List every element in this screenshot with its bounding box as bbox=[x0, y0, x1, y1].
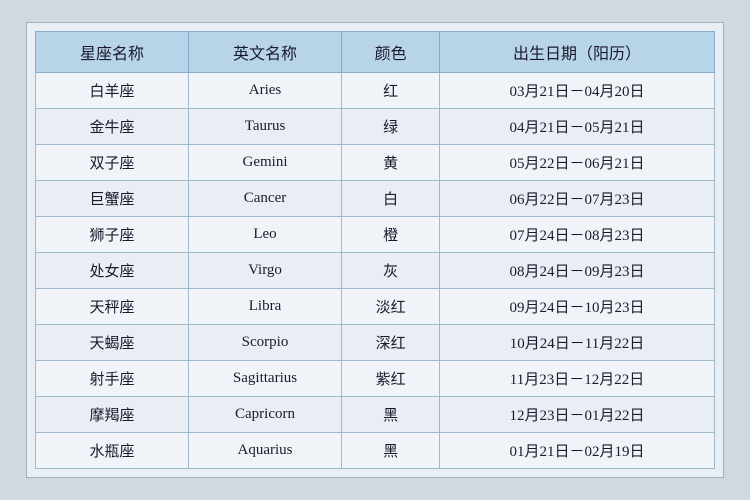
cell-chinese-name: 摩羯座 bbox=[36, 397, 189, 433]
cell-chinese-name: 处女座 bbox=[36, 253, 189, 289]
cell-color: 橙 bbox=[342, 217, 440, 253]
cell-dates: 04月21日－05月21日 bbox=[440, 109, 715, 145]
cell-dates: 09月24日－10月23日 bbox=[440, 289, 715, 325]
cell-english-name: Capricorn bbox=[188, 397, 341, 433]
cell-color: 黑 bbox=[342, 397, 440, 433]
table-row: 双子座Gemini黄05月22日－06月21日 bbox=[36, 145, 715, 181]
cell-dates: 10月24日－11月22日 bbox=[440, 325, 715, 361]
cell-dates: 08月24日－09月23日 bbox=[440, 253, 715, 289]
cell-chinese-name: 射手座 bbox=[36, 361, 189, 397]
cell-color: 紫红 bbox=[342, 361, 440, 397]
cell-color: 黄 bbox=[342, 145, 440, 181]
table-row: 狮子座Leo橙07月24日－08月23日 bbox=[36, 217, 715, 253]
cell-english-name: Sagittarius bbox=[188, 361, 341, 397]
cell-english-name: Gemini bbox=[188, 145, 341, 181]
cell-english-name: Virgo bbox=[188, 253, 341, 289]
cell-english-name: Libra bbox=[188, 289, 341, 325]
col-header-dates: 出生日期（阳历） bbox=[440, 32, 715, 73]
zodiac-table: 星座名称 英文名称 颜色 出生日期（阳历） 白羊座Aries红03月21日－04… bbox=[35, 31, 715, 469]
cell-english-name: Scorpio bbox=[188, 325, 341, 361]
cell-english-name: Aquarius bbox=[188, 433, 341, 469]
cell-dates: 12月23日－01月22日 bbox=[440, 397, 715, 433]
cell-dates: 05月22日－06月21日 bbox=[440, 145, 715, 181]
table-row: 金牛座Taurus绿04月21日－05月21日 bbox=[36, 109, 715, 145]
col-header-chinese: 星座名称 bbox=[36, 32, 189, 73]
zodiac-table-container: 星座名称 英文名称 颜色 出生日期（阳历） 白羊座Aries红03月21日－04… bbox=[26, 22, 724, 478]
table-row: 巨蟹座Cancer白06月22日－07月23日 bbox=[36, 181, 715, 217]
cell-color: 深红 bbox=[342, 325, 440, 361]
table-row: 水瓶座Aquarius黑01月21日－02月19日 bbox=[36, 433, 715, 469]
cell-chinese-name: 双子座 bbox=[36, 145, 189, 181]
cell-chinese-name: 天秤座 bbox=[36, 289, 189, 325]
table-body: 白羊座Aries红03月21日－04月20日金牛座Taurus绿04月21日－0… bbox=[36, 73, 715, 469]
cell-color: 红 bbox=[342, 73, 440, 109]
cell-dates: 06月22日－07月23日 bbox=[440, 181, 715, 217]
table-row: 处女座Virgo灰08月24日－09月23日 bbox=[36, 253, 715, 289]
cell-chinese-name: 巨蟹座 bbox=[36, 181, 189, 217]
cell-chinese-name: 天蝎座 bbox=[36, 325, 189, 361]
cell-color: 淡红 bbox=[342, 289, 440, 325]
table-row: 摩羯座Capricorn黑12月23日－01月22日 bbox=[36, 397, 715, 433]
cell-color: 绿 bbox=[342, 109, 440, 145]
col-header-color: 颜色 bbox=[342, 32, 440, 73]
cell-english-name: Aries bbox=[188, 73, 341, 109]
cell-english-name: Taurus bbox=[188, 109, 341, 145]
table-header-row: 星座名称 英文名称 颜色 出生日期（阳历） bbox=[36, 32, 715, 73]
cell-chinese-name: 水瓶座 bbox=[36, 433, 189, 469]
cell-english-name: Leo bbox=[188, 217, 341, 253]
table-row: 射手座Sagittarius紫红11月23日－12月22日 bbox=[36, 361, 715, 397]
cell-chinese-name: 狮子座 bbox=[36, 217, 189, 253]
cell-color: 黑 bbox=[342, 433, 440, 469]
cell-color: 灰 bbox=[342, 253, 440, 289]
cell-dates: 07月24日－08月23日 bbox=[440, 217, 715, 253]
table-row: 天蝎座Scorpio深红10月24日－11月22日 bbox=[36, 325, 715, 361]
table-row: 天秤座Libra淡红09月24日－10月23日 bbox=[36, 289, 715, 325]
cell-dates: 03月21日－04月20日 bbox=[440, 73, 715, 109]
cell-dates: 11月23日－12月22日 bbox=[440, 361, 715, 397]
table-row: 白羊座Aries红03月21日－04月20日 bbox=[36, 73, 715, 109]
cell-chinese-name: 金牛座 bbox=[36, 109, 189, 145]
cell-chinese-name: 白羊座 bbox=[36, 73, 189, 109]
cell-english-name: Cancer bbox=[188, 181, 341, 217]
cell-dates: 01月21日－02月19日 bbox=[440, 433, 715, 469]
col-header-english: 英文名称 bbox=[188, 32, 341, 73]
cell-color: 白 bbox=[342, 181, 440, 217]
